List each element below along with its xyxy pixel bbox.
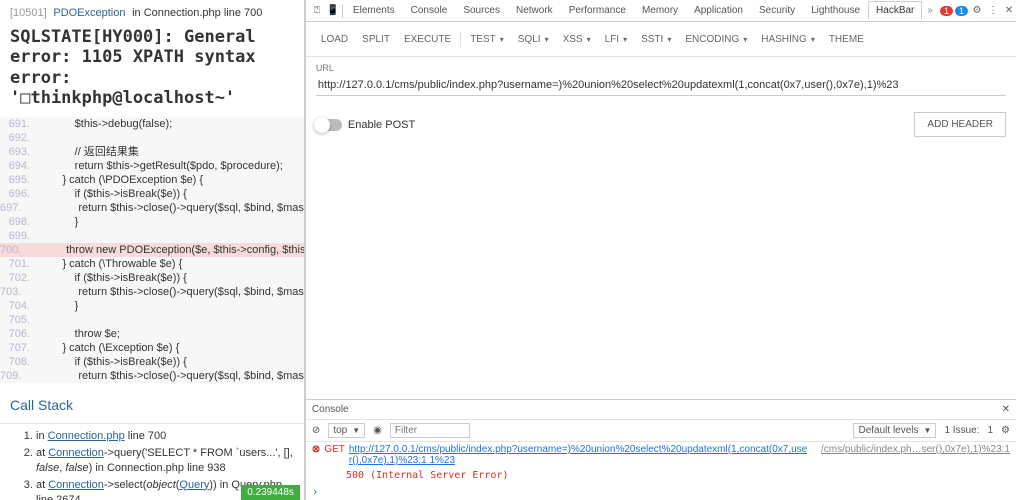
tab-security[interactable]: Security (751, 1, 803, 19)
devtools-pane: ⍰ 📱 ElementsConsoleSourcesNetworkPerform… (305, 0, 1016, 500)
enable-post-toggle[interactable]: Enable POST (316, 119, 415, 131)
code-line: 704. } (0, 299, 304, 313)
console-status: 500 (Internal Server Error) (306, 468, 1016, 483)
error-title: SQLSTATE[HY000]: General error: 1105 XPA… (0, 25, 304, 117)
chevron-down-icon: ▾ (811, 35, 815, 44)
code-line: 694. return $this->getResult($pdo, $proc… (0, 159, 304, 173)
tab-application[interactable]: Application (686, 1, 751, 19)
code-line: 709. return $this->close()->query($sql, … (0, 369, 304, 383)
divider (342, 4, 343, 18)
settings-icon[interactable]: ⚙ (970, 4, 984, 18)
add-header-button[interactable]: ADD HEADER (914, 112, 1006, 137)
tab-elements[interactable]: Elements (345, 1, 403, 19)
code-line: 700. throw new PDOException($e, $this->c… (0, 243, 304, 257)
chevron-down-icon: ▾ (667, 35, 671, 44)
tab-memory[interactable]: Memory (634, 1, 686, 19)
hackbar-body (306, 147, 1016, 399)
code-line: 697. return $this->close()->query($sql, … (0, 201, 304, 215)
stack-frame: in Connection.php line 700 (36, 428, 294, 445)
error-header: [10501] PDOException in Connection.php l… (0, 0, 304, 25)
code-line: 693. // 返回结果集 (0, 145, 304, 159)
clear-console-icon[interactable]: ⊘ (312, 425, 320, 436)
chevron-down-icon: ▾ (545, 35, 549, 44)
code-line: 691. $this->debug(false); (0, 117, 304, 131)
code-line: 698. } (0, 215, 304, 229)
close-devtools-icon[interactable]: ✕ (1002, 4, 1016, 18)
hb-load[interactable]: LOAD (316, 31, 353, 48)
console-settings-icon[interactable]: ⚙ (1001, 425, 1010, 436)
tab-network[interactable]: Network (508, 1, 561, 19)
code-line: 708. if ($this->isBreak($e)) { (0, 355, 304, 369)
console-prompt[interactable]: › (306, 483, 1016, 500)
enable-post-label: Enable POST (348, 119, 415, 131)
tab-lighthouse[interactable]: Lighthouse (803, 1, 868, 19)
callstack-heading: Call Stack (0, 387, 304, 424)
post-row: Enable POST ADD HEADER (306, 102, 1016, 147)
tab-performance[interactable]: Performance (561, 1, 634, 19)
eye-icon[interactable]: ◉ (373, 425, 382, 436)
context-selector[interactable]: top▼ (328, 423, 365, 438)
code-line: 692. (0, 131, 304, 145)
hb-encoding[interactable]: ENCODING▾ (680, 31, 752, 48)
chevron-down-icon: ▾ (623, 35, 627, 44)
chevron-down-icon: ▾ (743, 35, 747, 44)
code-line: 702. if ($this->isBreak($e)) { (0, 271, 304, 285)
error-count[interactable]: 1 (940, 6, 953, 16)
hb-split[interactable]: SPLIT (357, 31, 395, 48)
console-error-row[interactable]: ⊗ GET http://127.0.0.1/cms/public/index.… (306, 442, 1016, 468)
issues-count[interactable]: 1 (987, 425, 993, 436)
tab-sources[interactable]: Sources (455, 1, 508, 19)
code-line: 701. } catch (\Throwable $e) { (0, 257, 304, 271)
error-code: [10501] (10, 7, 47, 19)
hackbar-toolbar: LOADSPLITEXECUTE TEST▾SQLI▾XSS▾LFI▾SSTI▾E… (306, 22, 1016, 57)
console-source[interactable]: /cms/public/index.ph…ser(),0x7e),1)%23:1 (821, 444, 1010, 455)
hb-theme[interactable]: THEME (824, 31, 869, 48)
code-snippet: 691. $this->debug(false);692.693. // 返回结… (0, 117, 304, 383)
console-url[interactable]: http://127.0.0.1/cms/public/index.php?us… (349, 444, 809, 466)
inspect-icon[interactable]: ⍰ (310, 4, 324, 18)
chevron-down-icon: ▾ (500, 35, 504, 44)
issues-label[interactable]: 1 Issue: (944, 425, 979, 436)
hb-ssti[interactable]: SSTI▾ (636, 31, 676, 48)
console-drawer-label[interactable]: Console (312, 404, 349, 415)
error-icon: ⊗ (312, 444, 320, 455)
error-location: in Connection.php line 700 (132, 7, 262, 19)
more-tabs-icon[interactable]: » (924, 5, 936, 16)
code-line: 699. (0, 229, 304, 243)
divider (460, 32, 461, 46)
tab-hackbar[interactable]: HackBar (868, 1, 922, 19)
code-line: 705. (0, 313, 304, 327)
close-drawer-icon[interactable]: ✕ (1002, 404, 1010, 415)
kebab-icon[interactable]: ⋮ (986, 4, 1000, 18)
exception-class-link[interactable]: PDOException (53, 7, 125, 19)
url-label: URL (316, 63, 1006, 73)
code-line: 703. return $this->close()->query($sql, … (0, 285, 304, 299)
toggle-switch-icon[interactable] (316, 119, 342, 131)
hb-xss[interactable]: XSS▾ (558, 31, 596, 48)
hb-lfi[interactable]: LFI▾ (600, 31, 632, 48)
request-method: GET (324, 444, 345, 455)
php-error-pane: [10501] PDOException in Connection.php l… (0, 0, 305, 500)
hb-execute[interactable]: EXECUTE (399, 31, 456, 48)
url-input[interactable] (316, 75, 1006, 96)
code-line: 707. } catch (\Exception $e) { (0, 341, 304, 355)
hb-test[interactable]: TEST▾ (465, 31, 509, 48)
timer-badge: 0.239448s (241, 485, 300, 500)
stack-frame: at Connection->query('SELECT * FROM `use… (36, 445, 294, 477)
chevron-down-icon: ▾ (587, 35, 591, 44)
code-line: 696. if ($this->isBreak($e)) { (0, 187, 304, 201)
hb-hashing[interactable]: HASHING▾ (756, 31, 820, 48)
code-line: 706. throw $e; (0, 327, 304, 341)
code-line: 695. } catch (\PDOException $e) { (0, 173, 304, 187)
levels-selector[interactable]: Default levels▼ (853, 423, 936, 438)
console-drawer: Console ✕ ⊘ top▼ ◉ Default levels▼ 1 Iss… (306, 399, 1016, 500)
device-toggle-icon[interactable]: 📱 (326, 4, 340, 18)
tab-console[interactable]: Console (403, 1, 456, 19)
info-count[interactable]: 1 (955, 6, 968, 16)
filter-input[interactable] (390, 423, 470, 438)
hb-sqli[interactable]: SQLI▾ (513, 31, 554, 48)
devtools-tabs: ⍰ 📱 ElementsConsoleSourcesNetworkPerform… (306, 0, 1016, 22)
url-section: URL (306, 57, 1016, 102)
